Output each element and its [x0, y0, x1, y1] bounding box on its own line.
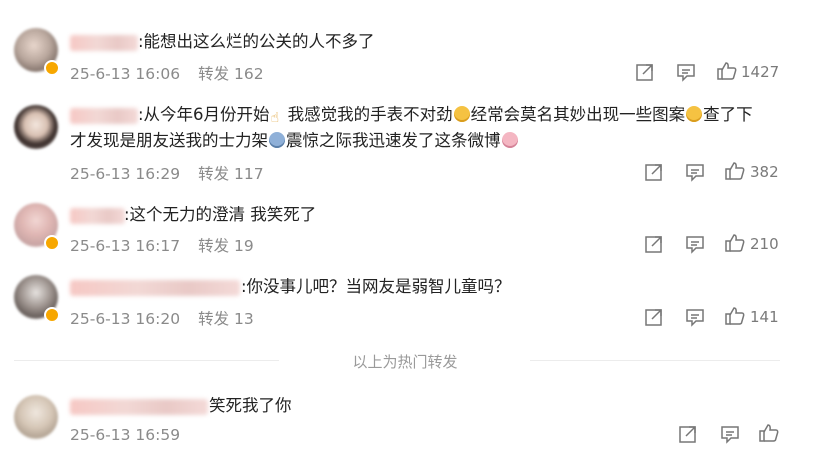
- comment-text-line2: 才发现是朋友送我的士力架 震惊之际我迅速发了这条微博: [70, 129, 519, 153]
- pointing-hand-emoji-icon: [271, 105, 287, 121]
- username-blurred[interactable]: [70, 280, 240, 296]
- share-icon[interactable]: [643, 161, 665, 183]
- repost-count[interactable]: 转发 117: [198, 165, 264, 183]
- grimace-emoji-icon: [453, 106, 470, 122]
- username-blurred[interactable]: [70, 35, 138, 51]
- comment-text: :你没事儿吧？当网友是弱智儿童吗？: [241, 277, 511, 296]
- comment-item: :能想出这么烂的公关的人不多了 25-6-13 16:06 转发 162 1427: [0, 0, 829, 95]
- pig-emoji-icon: [501, 132, 518, 148]
- scream-emoji-icon: [269, 132, 285, 148]
- verified-badge-icon: [44, 60, 60, 76]
- comment-item: :这个无力的澄清 我笑死了 25-6-13 16:17 转发 19 210: [0, 195, 829, 265]
- username-blurred[interactable]: [70, 399, 208, 415]
- comment-text: :能想出这么烂的公关的人不多了: [138, 32, 375, 51]
- comment-meta: 25-6-13 16:59: [70, 426, 180, 444]
- thumbs-up-icon[interactable]: [724, 160, 746, 182]
- comment-icon[interactable]: [675, 61, 697, 83]
- avatar[interactable]: [14, 105, 58, 149]
- divider-line-left: [14, 360, 279, 361]
- divider-line-right: [530, 360, 780, 361]
- repost-count[interactable]: 转发 19: [198, 237, 254, 255]
- thumbs-up-icon[interactable]: [758, 422, 780, 444]
- comment-item: :从今年6月份开始我感觉我的手表不对劲经常会莫名其妙出现一些图案查了下 才发现是…: [0, 95, 829, 195]
- username-blurred[interactable]: [70, 208, 125, 224]
- comment-item: :你没事儿吧？当网友是弱智儿童吗？ 25-6-13 16:20 转发 13 141: [0, 265, 829, 340]
- like-count: 210: [750, 235, 779, 253]
- thumbs-up-icon[interactable]: [724, 305, 746, 327]
- hot-reposts-divider: 以上为热门转发: [352, 353, 458, 371]
- comment-time: 25-6-13 16:59: [70, 426, 181, 444]
- share-icon[interactable]: [677, 423, 699, 445]
- comment-item: 笑死我了你 25-6-13 16:59: [0, 385, 829, 472]
- comment-meta: 25-6-13 16:29 转发 117: [70, 162, 264, 184]
- comment-icon[interactable]: [684, 306, 706, 328]
- comment-text: 笑死我了你: [209, 396, 292, 415]
- comment-time: 25-6-13 16:29: [70, 165, 181, 183]
- comment-time: 25-6-13 16:06: [70, 65, 181, 83]
- comment-icon[interactable]: [684, 161, 706, 183]
- comment-icon[interactable]: [719, 423, 741, 445]
- like-count: 141: [750, 308, 779, 326]
- comment-meta: 25-6-13 16:06 转发 162: [70, 62, 264, 84]
- repost-count[interactable]: 转发 162: [198, 65, 264, 83]
- verified-badge-icon: [44, 235, 60, 251]
- share-icon[interactable]: [643, 233, 665, 255]
- comment-text: :这个无力的澄清 我笑死了: [124, 205, 317, 224]
- comment-text: :从今年6月份开始我感觉我的手表不对劲经常会莫名其妙出现一些图案查了下: [138, 103, 753, 127]
- comment-meta: 25-6-13 16:17 转发 19: [70, 234, 254, 256]
- share-icon[interactable]: [643, 306, 665, 328]
- thumbs-up-icon[interactable]: [716, 60, 738, 82]
- comment-icon[interactable]: [684, 233, 706, 255]
- verified-badge-icon: [44, 307, 60, 323]
- like-count: 1427: [741, 63, 780, 81]
- username-blurred[interactable]: [70, 108, 138, 124]
- avatar[interactable]: [14, 395, 58, 439]
- thumbs-up-icon[interactable]: [724, 232, 746, 254]
- like-count: 382: [750, 163, 779, 181]
- comment-time: 25-6-13 16:17: [70, 237, 181, 255]
- comment-time: 25-6-13 16:20: [70, 310, 181, 328]
- repost-count[interactable]: 转发 13: [198, 310, 254, 328]
- comment-meta: 25-6-13 16:20 转发 13: [70, 307, 254, 329]
- confused-emoji-icon: [686, 106, 703, 122]
- share-icon[interactable]: [634, 61, 656, 83]
